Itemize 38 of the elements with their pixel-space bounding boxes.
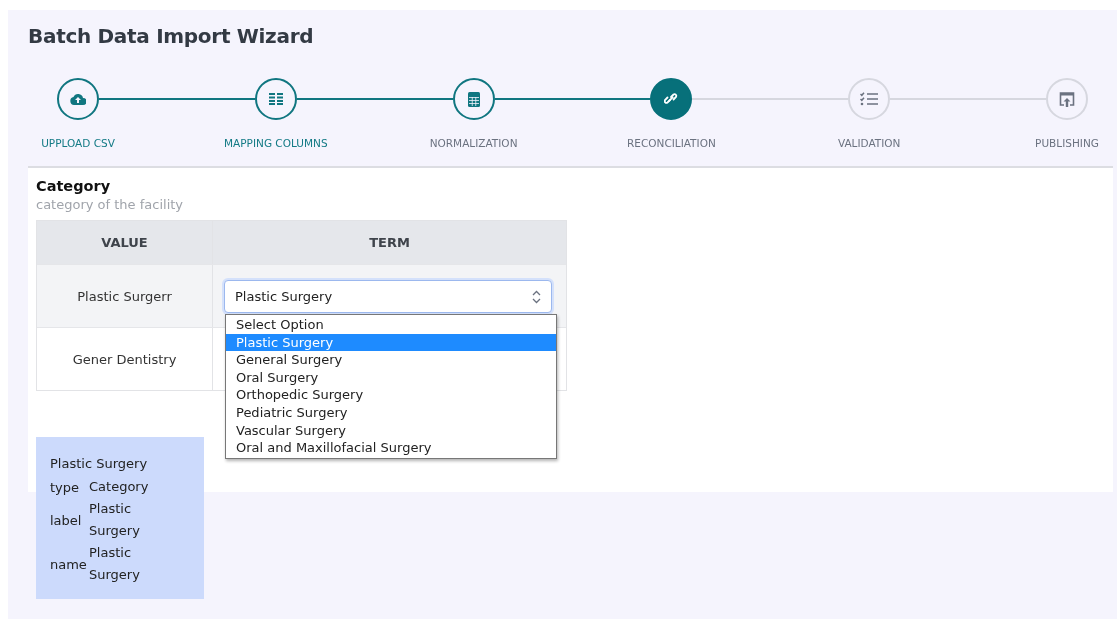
- link-icon: [664, 92, 679, 106]
- cloud-upload-icon: [70, 93, 86, 105]
- dropdown-option[interactable]: Oral and Maxillofacial Surgery: [226, 439, 556, 457]
- step-circle[interactable]: [650, 78, 693, 120]
- checklist-icon: [860, 92, 879, 106]
- dropdown-option[interactable]: Vascular Surgery: [226, 421, 556, 440]
- columns-icon: [268, 93, 283, 105]
- column-header: TERM: [368, 234, 411, 252]
- step-label: RECONCILIATION: [627, 137, 716, 149]
- dropdown-option[interactable]: Oral Surgery: [226, 368, 556, 387]
- dropdown-option[interactable]: Orthopedic Surgery: [226, 386, 556, 404]
- dropdown-option[interactable]: Pediatric Surgery: [226, 403, 556, 422]
- step-circle[interactable]: [254, 78, 297, 120]
- info-heading: Plastic Surgery: [50, 455, 149, 473]
- field-title: Category: [36, 178, 112, 194]
- step-circle[interactable]: [57, 78, 99, 120]
- step-label: MAPPING COLUMNS: [224, 137, 328, 149]
- sort-caret-icon: [532, 289, 541, 304]
- property-value: Plastic Surgery: [89, 500, 141, 540]
- property-key: label: [50, 512, 89, 528]
- property-value: Category: [89, 478, 149, 496]
- step-label: PUBLISHING: [1035, 137, 1099, 149]
- step-label: UPPLOAD CSV: [41, 137, 115, 149]
- property-key: type: [50, 479, 89, 495]
- step-label: VALIDATION: [837, 137, 901, 149]
- table-cell: Plastic Surgerr: [77, 288, 172, 304]
- property-value: Plastic Surgery: [89, 544, 141, 584]
- calculator-icon: [467, 91, 480, 107]
- upload-window-icon: [1059, 91, 1075, 107]
- dropdown-option[interactable]: General Surgery: [226, 351, 556, 369]
- term-select[interactable]: Plastic Surgery: [224, 280, 552, 313]
- field-description: category of the facility: [36, 197, 185, 212]
- table-cell: Gener Dentistry: [72, 351, 177, 367]
- property-key: name: [50, 556, 89, 572]
- page-title: Batch Data Import Wizard: [28, 24, 315, 48]
- dropdown-option[interactable]: Select Option: [226, 316, 556, 334]
- step-circle[interactable]: [452, 78, 495, 120]
- step-label: NORMALIZATION: [429, 137, 518, 149]
